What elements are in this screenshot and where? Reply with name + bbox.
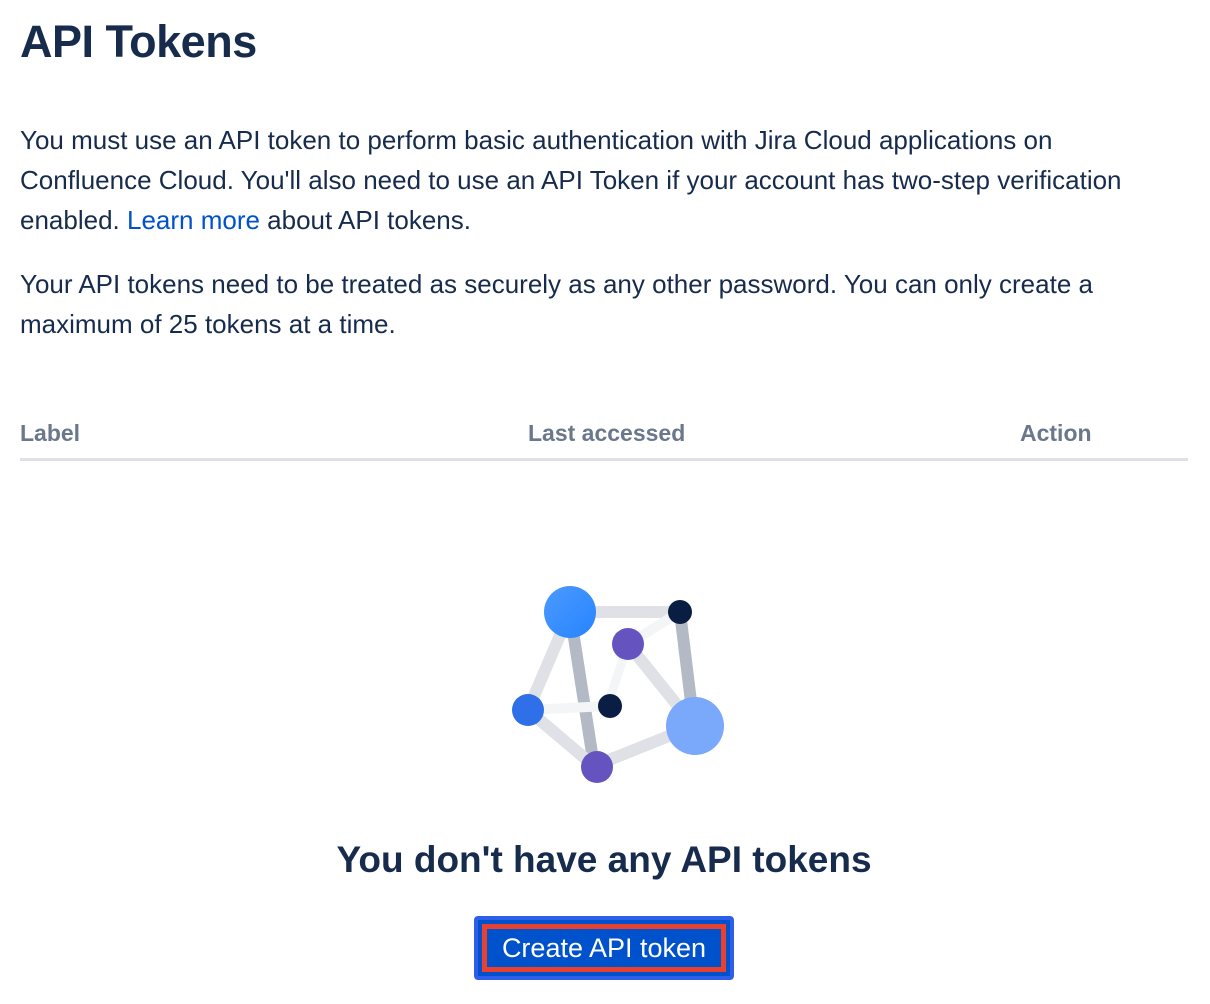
- column-header-action: Action: [1020, 420, 1092, 446]
- intro-text-after-link: about API tokens.: [259, 205, 471, 235]
- tokens-table-header: Label Last accessed Action: [20, 412, 1188, 461]
- create-api-token-button[interactable]: Create API token: [474, 916, 734, 980]
- intro-paragraph: You must use an API token to perform bas…: [20, 120, 1188, 240]
- column-header-last-accessed: Last accessed: [528, 420, 686, 446]
- network-nodes-illustration-icon: [490, 570, 740, 800]
- empty-state-heading: You don't have any API tokens: [336, 839, 872, 880]
- create-api-token-button-label: Create API token: [482, 924, 726, 972]
- page-title: API Tokens: [20, 16, 257, 67]
- security-note: Your API tokens need to be treated as se…: [20, 269, 1093, 339]
- column-header-label: Label: [20, 420, 81, 446]
- learn-more-link[interactable]: Learn more: [127, 205, 260, 235]
